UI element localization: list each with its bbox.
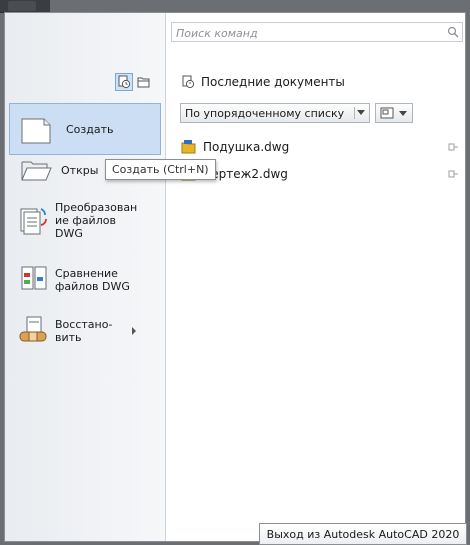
view-toggle (115, 73, 153, 91)
sort-order-select[interactable]: По упорядоченному списку (180, 103, 370, 123)
recent-documents-header: Последние документы (181, 75, 345, 89)
application-menu: Создать Откры Преобразован ие файлов DWG (4, 12, 467, 545)
select-separator (354, 107, 355, 119)
open-folder-icon (21, 161, 52, 181)
document-name: Подушка.dwg (203, 140, 290, 154)
submenu-arrow-icon (132, 327, 136, 335)
convert-dwg-button[interactable]: Преобразован ие файлов DWG (9, 201, 161, 251)
create-label: Создать (66, 122, 114, 136)
compare-icon (21, 266, 47, 290)
view-mode-icon (380, 107, 394, 119)
open-documents-button[interactable] (135, 73, 153, 91)
restore-label: Восстано-вить (55, 318, 113, 344)
create-tooltip: Создать (Ctrl+N) (105, 159, 216, 180)
sort-order-value: По упорядоченному списку (185, 106, 345, 120)
recent-document-row[interactable]: Подушка.dwg (181, 137, 463, 157)
recent-document-row[interactable]: Чертеж2.dwg (181, 164, 463, 184)
clock-icon (118, 75, 131, 89)
open-label: Откры (61, 163, 99, 177)
search-icon[interactable] (447, 26, 459, 38)
convert-icon (20, 208, 47, 235)
convert-dwg-label: Преобразован ие файлов DWG (55, 201, 138, 240)
exit-autocad-button[interactable]: Выход из Autodesk AutoCAD 2020 (259, 523, 467, 545)
restore-button[interactable]: Восстано-вить (9, 309, 161, 353)
compare-dwg-button[interactable]: Сравнение файлов DWG (9, 259, 161, 301)
dwg-file-icon (181, 140, 196, 154)
compare-dwg-label: Сравнение файлов DWG (55, 267, 130, 293)
search-input[interactable] (174, 24, 448, 42)
new-doc-icon (21, 118, 51, 144)
recent-documents-button[interactable] (115, 73, 133, 91)
recent-documents-title: Последние документы (201, 75, 345, 89)
view-mode-dropdown[interactable] (375, 103, 413, 123)
restore-icon (19, 316, 47, 342)
search-box[interactable] (171, 22, 463, 42)
document-name: Чертеж2.dwg (203, 167, 288, 181)
app-logo (8, 1, 36, 11)
create-button[interactable]: Создать (9, 103, 161, 155)
pin-icon[interactable] (447, 141, 459, 153)
chevron-down-icon (399, 110, 407, 116)
chevron-down-icon (357, 110, 365, 115)
clock-icon (182, 75, 195, 89)
folder-icon (137, 77, 150, 88)
pin-icon[interactable] (447, 168, 459, 180)
